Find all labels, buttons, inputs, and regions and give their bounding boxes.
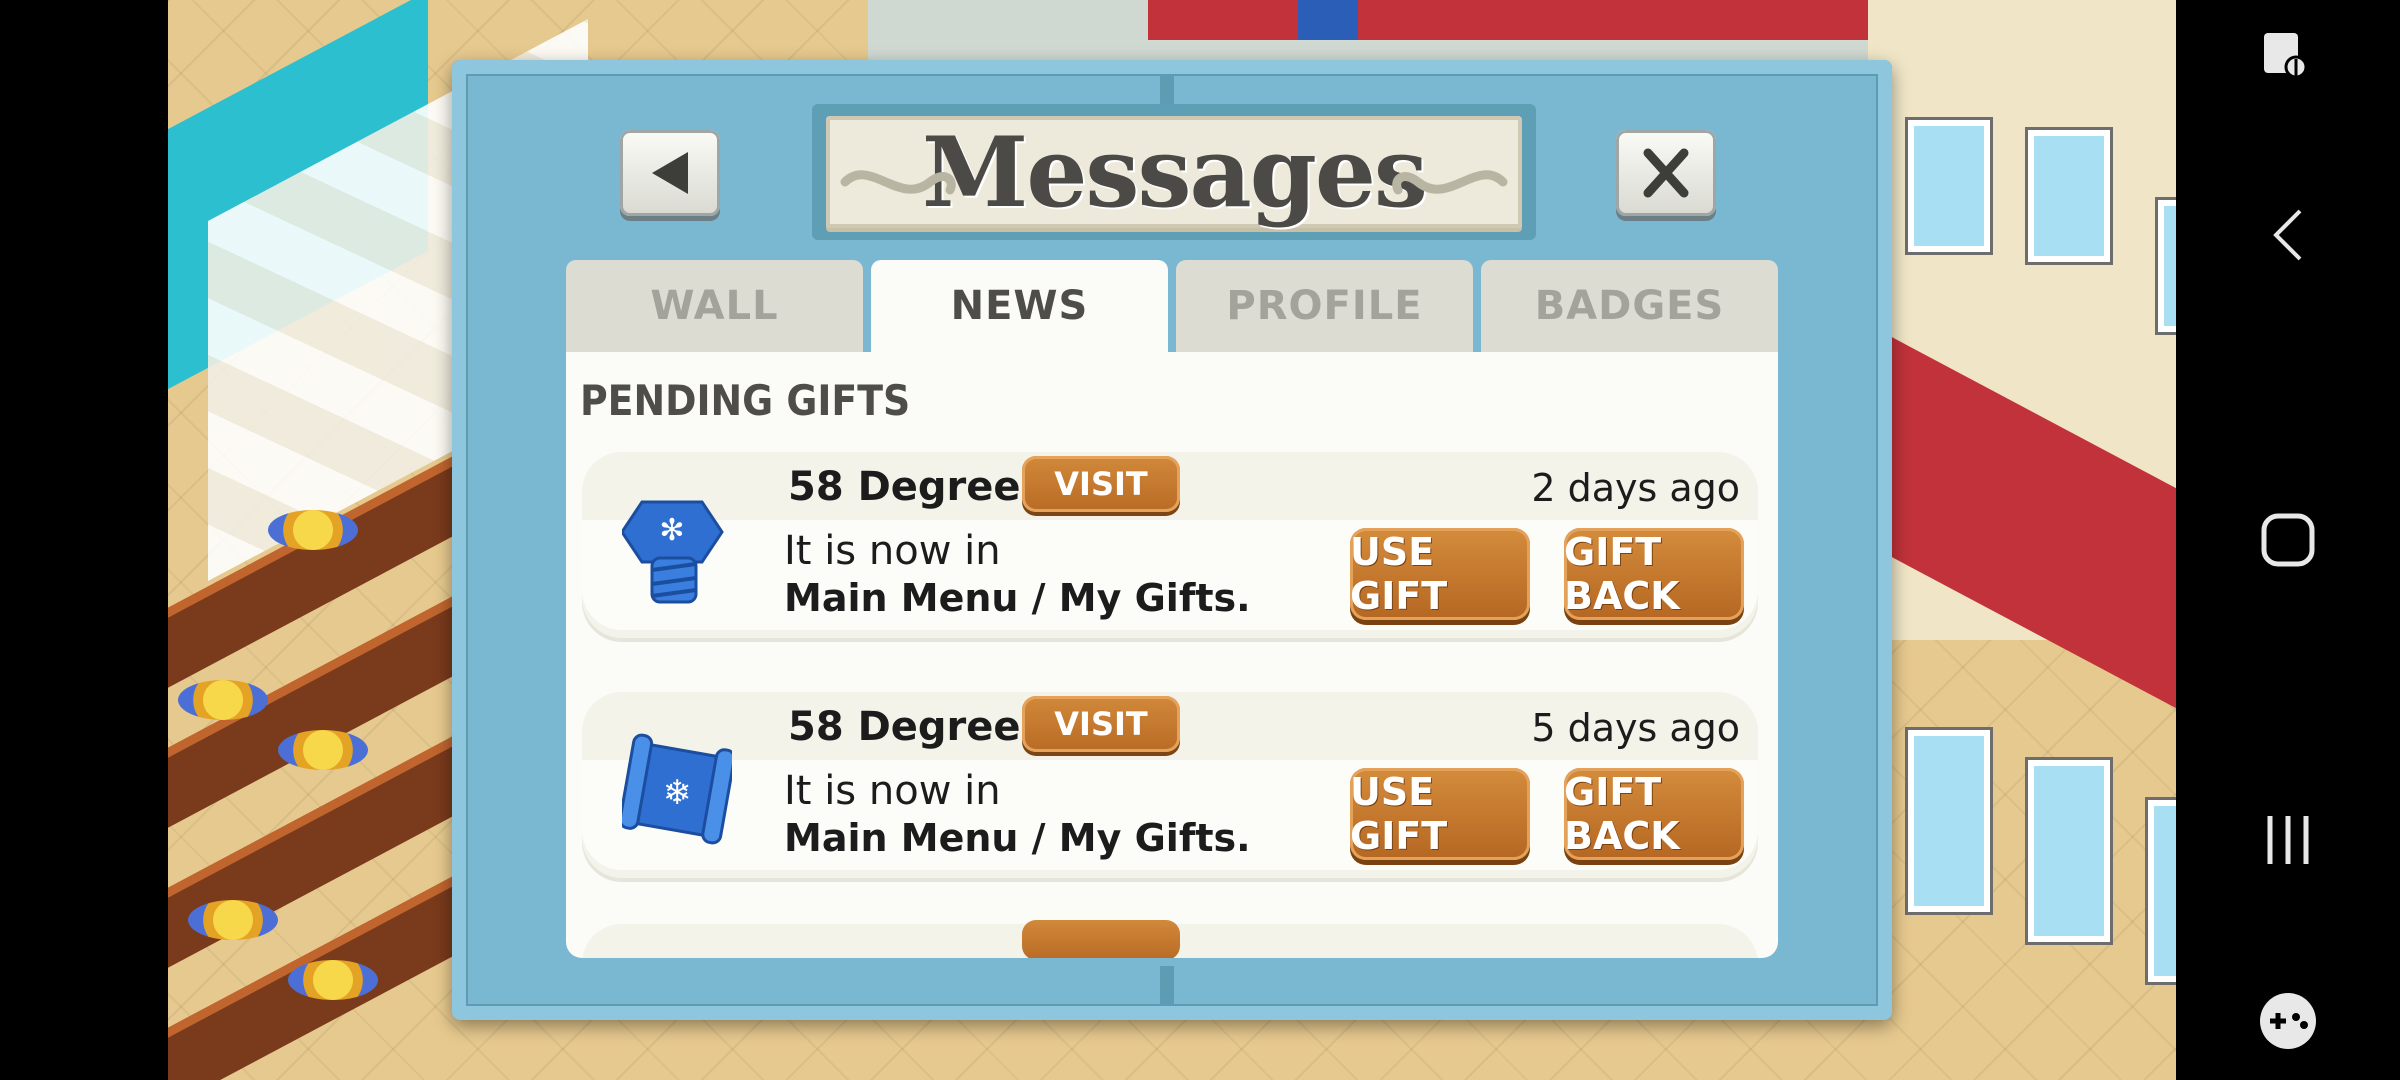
title-banner: Messages [826,115,1522,229]
gift-message: It is now in [784,768,1001,814]
triangle-left-icon [652,152,688,194]
tab-news[interactable]: NEWS [871,260,1168,352]
back-icon [2273,209,2302,261]
food-plate [178,680,268,720]
blue-snowflake-bolt-icon: ✻ [622,500,724,604]
gift-location: Main Menu / My Gifts. [784,576,1251,620]
gift-timestamp: 2 days ago [1531,466,1740,510]
news-panel[interactable]: PENDING GIFTS ✻ 58 Degrees VISIT 2 days … [566,352,1778,958]
close-icon [1643,148,1689,198]
gift-timestamp: 5 days ago [1531,706,1740,750]
gift-item: ✻ 58 Degrees VISIT 2 days ago It is now … [582,452,1758,638]
system-nav-bar [2176,0,2400,1080]
window [2148,800,2176,982]
food-plate [288,960,378,1000]
recents-icon [2267,816,2309,864]
food-plate [278,730,368,770]
svg-text:✻: ✻ [659,513,684,548]
messages-dialog: Messages WALL NEWS PROFILE BADGES PENDIN… [452,60,1892,1020]
home-icon [2261,513,2315,567]
tab-badges[interactable]: BADGES [1481,260,1778,352]
svg-text:❄: ❄ [663,773,692,813]
gift-back-button[interactable]: GIFT BACK [1564,528,1744,620]
gift-sender: 58 Degrees [788,464,1045,510]
use-gift-button[interactable]: USE GIFT [1350,768,1530,860]
gift-item: ❄ 58 Degrees VISIT 5 days ago It is now … [582,692,1758,878]
swirl-ornament-icon [840,170,956,195]
window [2028,760,2110,942]
game-launcher-button[interactable] [2176,986,2400,1056]
nav-back-button[interactable] [2176,200,2400,270]
gift-message: It is now in [784,528,1001,574]
visit-button[interactable]: VISIT [1022,456,1180,512]
title-plate: Messages [812,104,1536,240]
red-awning [1148,0,1868,40]
back-button[interactable] [620,130,720,216]
tab-profile[interactable]: PROFILE [1176,260,1473,352]
nav-home-button[interactable] [2176,500,2400,580]
game-launcher-icon [2260,993,2316,1049]
gift-location: Main Menu / My Gifts. [784,816,1251,860]
gift-item-partial [582,920,1758,958]
accessibility-icon [2264,33,2308,79]
section-title: PENDING GIFTS [580,376,911,425]
window [2158,200,2176,332]
visit-button-partial[interactable] [1022,920,1180,958]
blue-reindeer-scroll-icon: ❄ [622,733,732,845]
dialog-title: Messages [922,115,1428,229]
window [1908,730,1990,912]
use-gift-button[interactable]: USE GIFT [1350,528,1530,620]
accessibility-button[interactable] [2176,22,2400,92]
window [1908,120,1990,252]
tab-bar: WALL NEWS PROFILE BADGES [566,260,1778,352]
food-plate [268,510,358,550]
frame-stripe [1160,966,1174,1006]
nav-recents-button[interactable] [2176,800,2400,880]
close-button[interactable] [1616,130,1716,216]
food-plate [188,900,278,940]
visit-button[interactable]: VISIT [1022,696,1180,752]
swirl-ornament-icon [1392,170,1508,195]
gift-back-button[interactable]: GIFT BACK [1564,768,1744,860]
window [2028,130,2110,262]
gift-sender: 58 Degrees [788,704,1045,750]
tab-wall[interactable]: WALL [566,260,863,352]
blue-chair [1298,0,1358,40]
